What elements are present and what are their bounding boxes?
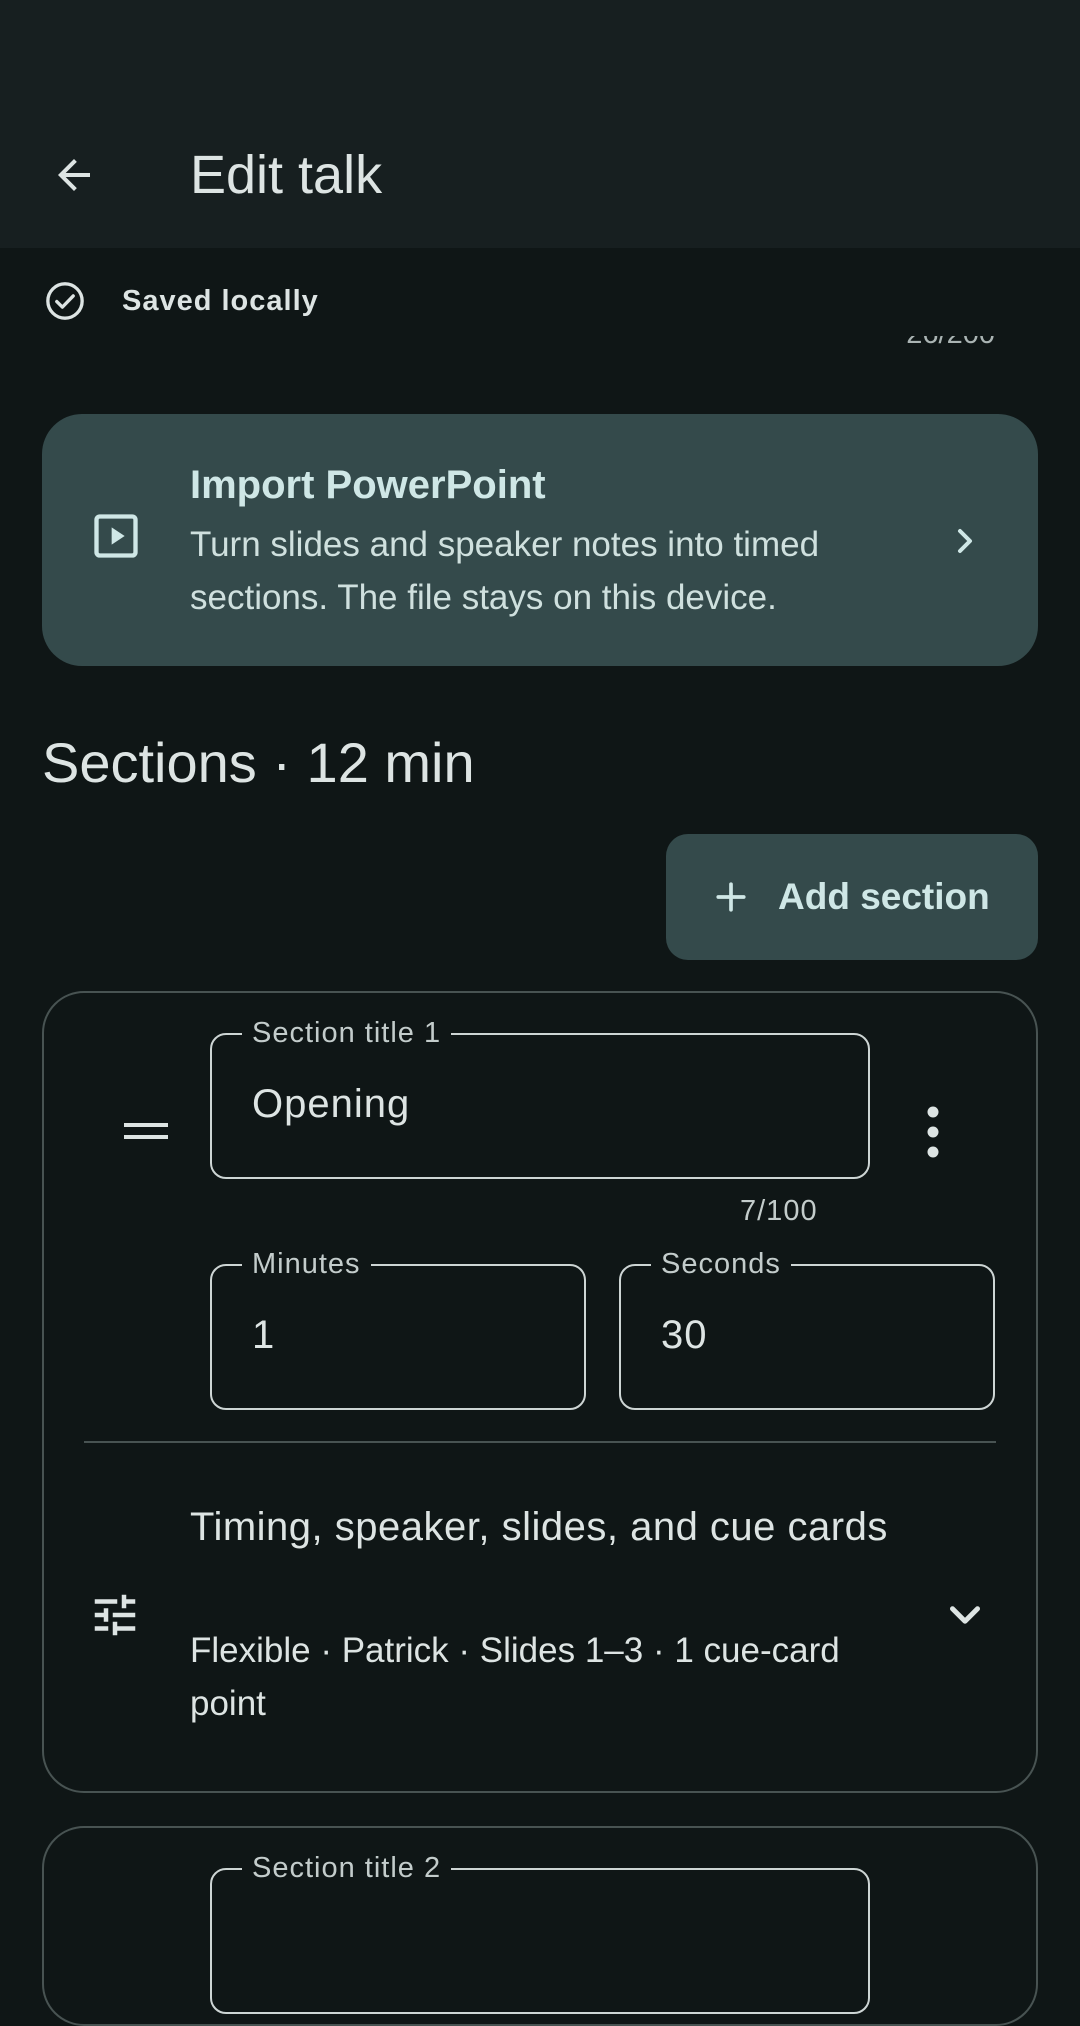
check-circle-icon [44,280,86,322]
seconds-field[interactable]: Seconds 30 [619,1247,995,1410]
save-status-text: Saved locally [122,284,319,317]
minutes-label: Minutes [242,1247,371,1281]
previous-field-char-counter: 26/200 [906,336,995,364]
add-section-label: Add section [778,876,990,917]
divider [84,1441,996,1443]
chevron-right-icon [940,516,990,566]
chevron-down-icon[interactable] [940,1590,990,1640]
minutes-field[interactable]: Minutes 1 [210,1247,586,1410]
section-title-label: Section title 1 [242,1016,452,1050]
minutes-input[interactable]: 1 [252,1310,275,1360]
section-title-char-counter: 7/100 [740,1195,818,1227]
save-status: Saved locally [44,280,319,322]
section-title-field[interactable]: Section title 1 Opening [210,1016,870,1179]
section-title-label: Section title 2 [242,1851,452,1885]
tune-icon [94,1594,136,1636]
section-options-summary: Flexible · Patrick · Slides 1–3 · 1 cue-… [190,1631,840,1723]
more-vert-icon[interactable] [910,1104,956,1160]
back-button[interactable] [30,131,118,219]
slideshow-icon [86,506,146,566]
section-title-field[interactable]: Section title 2 [210,1851,870,2014]
sections-heading: Sections · 12 min [42,731,475,794]
section-title-input[interactable]: Opening [252,1079,410,1129]
top-app-bar: Edit talk [0,0,1080,248]
arrow-back-icon [58,159,90,191]
drag-handle-icon[interactable] [124,1120,168,1144]
import-card-description: Turn slides and speaker notes into timed… [190,525,820,617]
seconds-input[interactable]: 30 [661,1310,708,1360]
plus-icon [716,882,746,912]
page-title: Edit talk [190,145,383,205]
section-options-title[interactable]: Timing, speaker, slides, and cue cards [190,1496,890,1558]
add-section-button[interactable]: Add section [666,834,1038,960]
import-card-title: Import PowerPoint [190,463,546,507]
seconds-label: Seconds [651,1247,791,1281]
